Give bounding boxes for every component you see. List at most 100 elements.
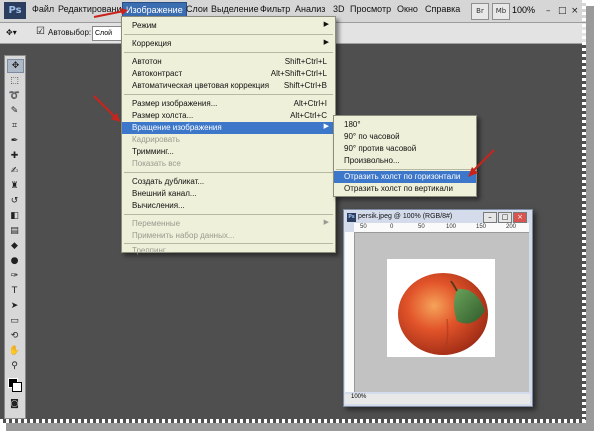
menu-separator — [336, 169, 474, 170]
rotate-arbitrary[interactable]: Произвольно... — [334, 155, 476, 167]
move-tool-icon[interactable]: ✥ — [7, 59, 24, 73]
maximize-button[interactable]: □ — [558, 6, 567, 16]
rotate-90-ccw[interactable]: 90° против часовой — [334, 143, 476, 155]
ruler-tick: 150 — [476, 224, 487, 230]
menu-separator — [124, 52, 333, 53]
bridge-button[interactable]: Br — [471, 3, 489, 20]
ruler-tick: 0 — [390, 224, 394, 230]
flip-canvas-vertical[interactable]: Отразить холст по вертикали — [334, 183, 476, 195]
eyedropper-icon[interactable]: ✒ — [7, 135, 22, 147]
gradient-tool-icon[interactable]: ▤ — [7, 225, 22, 237]
checkbox-icon[interactable]: ☑ — [36, 26, 45, 37]
red-arrow-icon — [93, 8, 128, 18]
menu-filter[interactable]: Фильтр — [260, 4, 290, 14]
menu-item-auto-contrast[interactable]: Автоконтраст Alt+Shift+Ctrl+L — [122, 68, 335, 80]
blur-tool-icon[interactable]: ◆ — [7, 240, 22, 252]
menu-layers[interactable]: Слои — [186, 4, 208, 14]
document-title: persik.jpeg @ 100% (RGB/8#) — [358, 213, 453, 220]
path-select-icon[interactable]: ➤ — [7, 300, 22, 312]
crop-tool-icon[interactable]: ⌗ — [7, 120, 22, 132]
ruler-tick: 50 — [418, 224, 425, 230]
doc-close-button[interactable]: × — [513, 212, 527, 223]
menu-item-auto-tone[interactable]: Автотон Shift+Ctrl+L — [122, 56, 335, 68]
minibridge-button[interactable]: Mb — [492, 3, 510, 20]
doc-minimize-button[interactable]: – — [483, 212, 497, 223]
toolbox: ✥ ⬚ ➰ ✎ ⌗ ✒ ✚ ✍ ♜ ↺ ◧ ▤ ◆ ● ✑ T ➤ ▭ ⟲ ✋ … — [4, 55, 26, 419]
zoom-level[interactable]: 100% — [512, 5, 535, 15]
color-swatch-icon[interactable] — [7, 378, 22, 392]
quick-select-icon[interactable]: ✎ — [7, 105, 22, 117]
ruler-tick: 50 — [360, 224, 367, 230]
menu-item-trap: Треппинг... — [132, 246, 172, 255]
document-ps-icon: Ps — [347, 213, 356, 222]
minimize-button[interactable]: – — [546, 6, 551, 16]
red-arrow-icon — [93, 95, 120, 122]
document-canvas[interactable] — [355, 233, 529, 392]
type-tool-icon[interactable]: T — [7, 285, 22, 297]
shape-tool-icon[interactable]: ▭ — [7, 315, 22, 327]
clone-stamp-icon[interactable]: ♜ — [7, 180, 22, 192]
rotate-180[interactable]: 180° — [334, 119, 476, 131]
healing-brush-icon[interactable]: ✚ — [7, 150, 22, 162]
rotate-submenu: 180° 90° по часовой 90° против часовой П… — [333, 115, 477, 197]
flip-canvas-horizontal[interactable]: Отразить холст по горизонтали — [334, 171, 476, 183]
menu-item-trim[interactable]: Тримминг... — [122, 146, 335, 158]
move-tool-icon: ✥▾ — [6, 28, 17, 37]
brush-tool-icon[interactable]: ✍ — [7, 165, 22, 177]
menu-item-calculations[interactable]: Вычисления... — [122, 200, 335, 212]
peach-illustration — [398, 273, 488, 355]
history-brush-icon[interactable]: ↺ — [7, 195, 22, 207]
pen-tool-icon[interactable]: ✑ — [7, 270, 22, 282]
photoshop-logo: Ps — [4, 2, 26, 19]
quick-mask-icon[interactable]: ◙ — [7, 398, 22, 410]
status-zoom[interactable]: 100% — [351, 394, 366, 400]
menu-item-crop: Кадрировать — [132, 135, 180, 144]
menu-item-image-size[interactable]: Размер изображения... Alt+Ctrl+I — [122, 98, 335, 110]
marquee-tool-icon[interactable]: ⬚ — [7, 75, 22, 87]
menu-item-apply-dataset: Применить набор данных... — [132, 231, 235, 240]
menu-view[interactable]: Просмотр — [350, 4, 391, 14]
eraser-tool-icon[interactable]: ◧ — [7, 210, 22, 222]
torn-edge-bottom — [0, 419, 586, 423]
menu-select[interactable]: Выделение — [211, 4, 259, 14]
menu-item-image-rotation[interactable]: Вращение изображения ▶ — [122, 122, 335, 134]
menu-separator — [124, 94, 333, 95]
menu-separator — [124, 34, 333, 35]
menu-window[interactable]: Окно — [397, 4, 418, 14]
doc-maximize-button[interactable]: □ — [498, 212, 512, 223]
menu-separator — [124, 214, 333, 215]
autoselect-label: Автовыбор: — [48, 28, 92, 37]
menu-item-adjustments[interactable]: Коррекция ▶ — [122, 38, 335, 50]
menu-analysis[interactable]: Анализ — [295, 4, 325, 14]
menu-item-mode[interactable]: Режим ▶ — [122, 20, 335, 32]
vertical-ruler — [345, 232, 355, 392]
image-menu: Режим ▶ Коррекция ▶ Автотон Shift+Ctrl+L Ав… — [121, 16, 336, 255]
rotate-90-cw[interactable]: 90° по часовой — [334, 131, 476, 143]
document-window: Ps persik.jpeg @ 100% (RGB/8#) – □ × 50 … — [343, 209, 533, 407]
menu-file[interactable]: Файл — [32, 4, 54, 14]
hand-tool-icon[interactable]: ✋ — [7, 345, 22, 357]
3d-rotate-icon[interactable]: ⟲ — [7, 330, 22, 342]
menu-help[interactable]: Справка — [425, 4, 460, 14]
menu-item-reveal-all: Показать все — [132, 159, 181, 168]
menu-separator — [124, 172, 333, 173]
menu-item-auto-color[interactable]: Автоматическая цветовая коррекция Shift+C… — [122, 80, 335, 92]
zoom-tool-icon[interactable]: ⚲ — [7, 360, 22, 372]
photoshop-window: Ps Файл Редактирование Изображение Слои … — [0, 0, 586, 423]
ruler-tick: 200 — [506, 224, 517, 230]
menu-separator — [124, 243, 333, 244]
menu-item-apply-image[interactable]: Внешний канал... — [122, 188, 335, 200]
dodge-tool-icon[interactable]: ● — [7, 255, 22, 267]
menu-item-canvas-size[interactable]: Размер холста... Alt+Ctrl+C — [122, 110, 335, 122]
red-arrow-icon — [468, 149, 495, 177]
menu-3d[interactable]: 3D — [333, 4, 345, 14]
status-bar: 100% — [345, 394, 530, 404]
torn-edge-right — [582, 0, 586, 423]
menu-item-duplicate[interactable]: Создать дубликат... — [122, 176, 335, 188]
horizontal-ruler: 50 0 50 100 150 200 — [354, 223, 529, 233]
lasso-tool-icon[interactable]: ➰ — [7, 90, 22, 102]
close-button[interactable]: × — [571, 6, 579, 16]
peach-image — [387, 259, 495, 357]
ruler-tick: 100 — [446, 224, 457, 230]
menu-item-variables: Переменные ▶ — [132, 219, 329, 228]
